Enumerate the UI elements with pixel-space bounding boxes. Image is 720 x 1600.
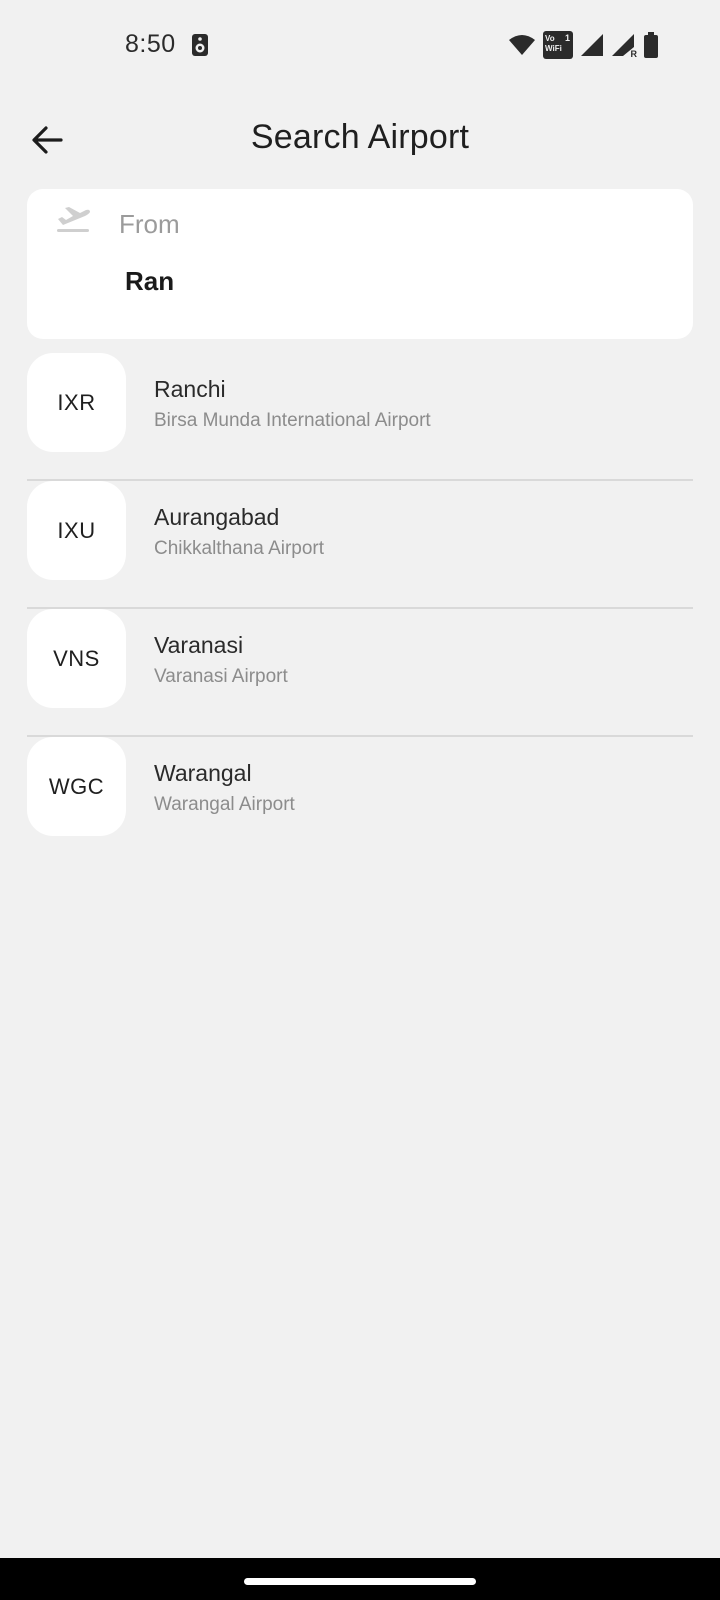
city-name: Warangal — [154, 760, 252, 786]
from-search-input[interactable] — [125, 261, 645, 301]
vowifi-icon: Vo WiFi 1 — [543, 31, 573, 59]
airport-code-badge: VNS — [27, 609, 126, 708]
city-name: Aurangabad — [154, 504, 280, 530]
airport-code-badge: IXR — [27, 353, 126, 452]
signal-icon — [580, 33, 604, 57]
status-icons: Vo WiFi 1 R — [508, 30, 658, 60]
home-indicator[interactable] — [244, 1578, 476, 1585]
city-name: Varanasi — [154, 632, 244, 658]
status-time: 8:50 — [125, 30, 176, 58]
airport-name: Birsa Munda International Airport — [154, 410, 431, 431]
battery-icon — [644, 32, 658, 58]
vowifi-badge: 1 — [564, 33, 570, 43]
from-label: From — [119, 209, 180, 239]
vowifi-label: Vo WiFi — [545, 34, 562, 53]
from-card[interactable]: From — [27, 189, 693, 339]
airport-result-item[interactable]: WGC Warangal Warangal Airport — [27, 737, 693, 865]
city-name: Ranchi — [154, 376, 226, 402]
airport-name: Chikkalthana Airport — [154, 538, 325, 559]
wifi-icon — [508, 34, 536, 56]
takeoff-icon — [55, 203, 91, 233]
airport-code-badge: IXU — [27, 481, 126, 580]
airport-name: Varanasi Airport — [154, 666, 288, 687]
roaming-letter: R — [630, 49, 638, 59]
signal-roaming-icon: R — [611, 33, 638, 59]
airport-result-item[interactable]: IXU Aurangabad Chikkalthana Airport — [27, 481, 693, 609]
status-bar: 8:50 Vo WiFi 1 R — [0, 0, 720, 90]
airport-result-item[interactable]: VNS Varanasi Varanasi Airport — [27, 609, 693, 737]
airport-name: Warangal Airport — [154, 794, 295, 815]
media-icon — [191, 33, 209, 57]
airport-code-badge: WGC — [27, 737, 126, 836]
airport-result-item[interactable]: IXR Ranchi Birsa Munda International Air… — [27, 353, 693, 481]
page-title: Search Airport — [250, 118, 470, 156]
airport-results-list: IXR Ranchi Birsa Munda International Air… — [27, 353, 693, 865]
